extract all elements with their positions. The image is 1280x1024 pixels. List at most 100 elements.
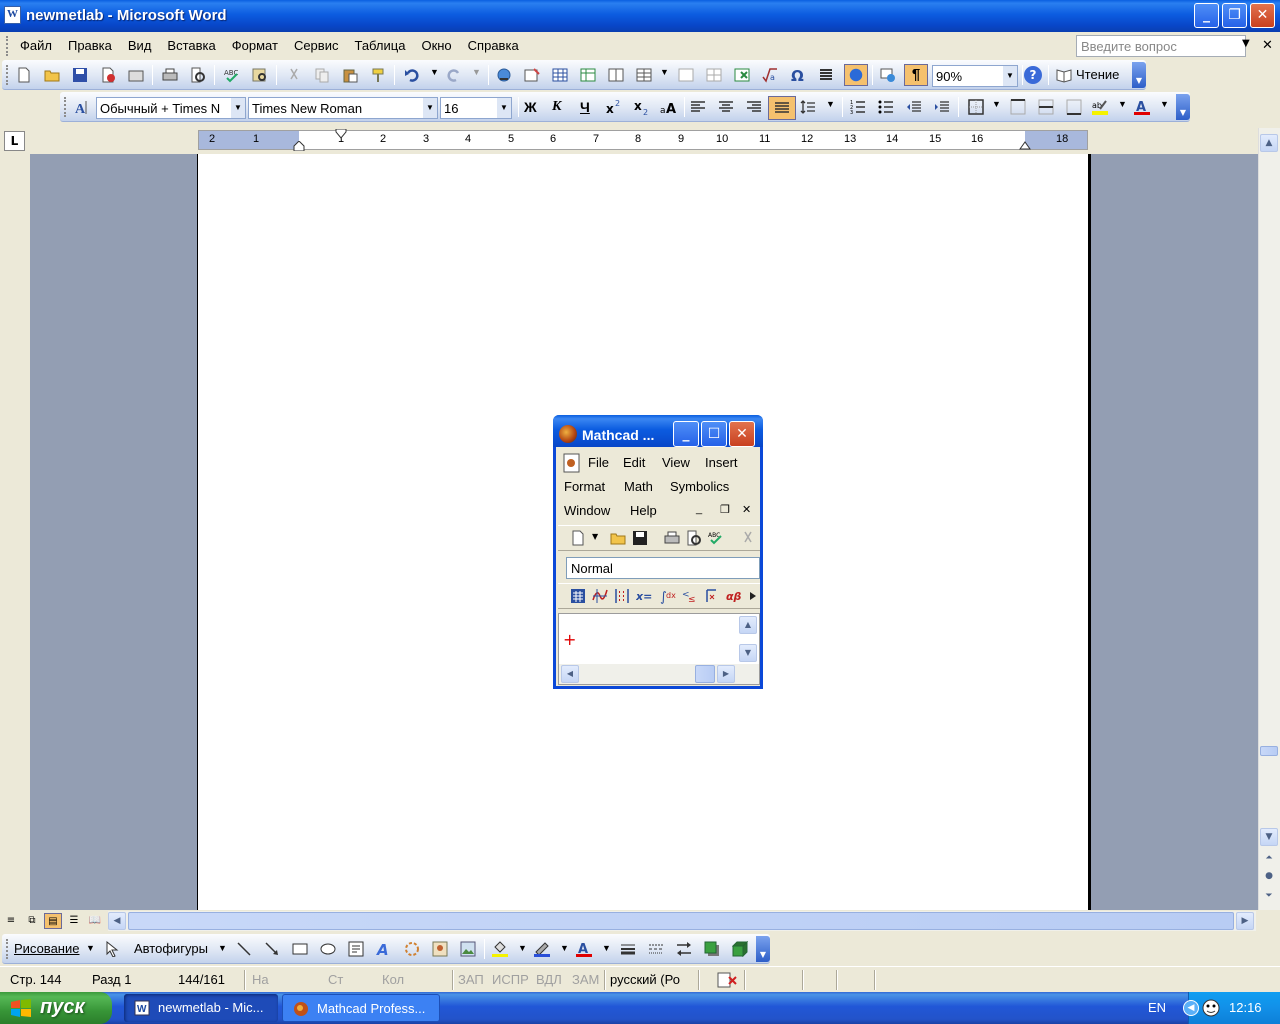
reading-button[interactable]: Чтение <box>1076 67 1119 82</box>
print-icon[interactable] <box>162 67 178 83</box>
greek-icon[interactable]: αβ <box>726 588 744 604</box>
zoom-select[interactable]: 90% ▼ <box>932 65 1018 87</box>
status-track-changes[interactable]: ИСПР <box>492 972 529 987</box>
bullets-icon[interactable] <box>878 99 894 115</box>
mathcad-doc-close-icon[interactable]: ✕ <box>742 503 751 516</box>
menu-help[interactable]: Справка <box>460 38 527 53</box>
spelling-status-icon[interactable] <box>716 971 738 989</box>
word-app-icon[interactable] <box>4 6 21 24</box>
permission-icon[interactable] <box>100 67 116 83</box>
scroll-right-icon[interactable]: ▶ <box>1236 912 1254 930</box>
arrow-icon[interactable] <box>264 941 280 957</box>
insert-cells-icon[interactable] <box>706 67 722 83</box>
first-line-indent-icon[interactable] <box>335 129 347 139</box>
fill-color-icon[interactable] <box>492 941 508 957</box>
mathcad-print-preview-icon[interactable] <box>686 530 702 546</box>
mathcad-new-dropdown-icon[interactable]: ▼ <box>592 532 598 541</box>
mathcad-open-icon[interactable] <box>610 530 626 546</box>
superscript-icon[interactable]: x2 <box>606 99 622 115</box>
zoom-dropdown-icon[interactable]: ▼ <box>1003 66 1017 86</box>
border-top-icon[interactable] <box>1010 99 1026 115</box>
mathcad-doc-icon[interactable] <box>563 453 581 473</box>
boolean-icon[interactable]: <≤ <box>682 588 698 604</box>
document-close-icon[interactable]: ✕ <box>1262 38 1273 53</box>
font-size-select[interactable]: 16 ▼ <box>440 97 512 119</box>
new-document-icon[interactable] <box>16 67 32 83</box>
reading-view-icon[interactable]: 📖 <box>86 913 104 929</box>
close-button[interactable]: ✕ <box>1250 3 1275 28</box>
toolbar-options-icon[interactable]: ▼ <box>1176 94 1190 120</box>
menu-tools[interactable]: Сервис <box>286 38 347 53</box>
mathcad-print-icon[interactable] <box>664 530 680 546</box>
shadow-style-icon[interactable] <box>704 941 720 957</box>
autoshapes-dropdown-icon[interactable]: ▼ <box>218 943 227 953</box>
mathcad-close-button[interactable]: ✕ <box>729 421 755 447</box>
research-icon[interactable] <box>252 67 268 83</box>
decrease-indent-icon[interactable] <box>906 99 922 115</box>
graph-icon[interactable] <box>592 588 608 604</box>
language-indicator[interactable]: EN <box>1148 1000 1166 1015</box>
insert-rows-icon[interactable] <box>678 67 694 83</box>
toolbar-options-icon[interactable]: ▼ <box>1132 62 1146 88</box>
highlight-dropdown-icon[interactable]: ▼ <box>1118 99 1127 109</box>
menu-format[interactable]: Формат <box>224 38 286 53</box>
vertical-scrollbar[interactable]: ▲ ▼ ⏶ ● ⏷ <box>1258 128 1280 910</box>
tray-app-icon[interactable] <box>1201 998 1221 1018</box>
taskbar-item-mathcad[interactable]: Mathcad Profess... <box>282 994 440 1022</box>
menu-view[interactable]: Вид <box>120 38 160 53</box>
redo-dropdown-icon[interactable]: ▼ <box>472 67 481 77</box>
3d-style-icon[interactable] <box>732 941 748 957</box>
symbolic-icon[interactable] <box>748 588 758 604</box>
table-grid-icon[interactable] <box>636 67 652 83</box>
styles-formatting-icon[interactable]: A <box>74 99 90 115</box>
show-hide-pane-icon[interactable] <box>880 67 896 83</box>
font-color-icon[interactable]: A <box>1134 99 1150 115</box>
menu-file[interactable]: Файл <box>18 38 60 53</box>
mathcad-menu-window[interactable]: Window <box>564 503 610 518</box>
status-record[interactable]: ЗАП <box>458 972 484 987</box>
scroll-left-icon[interactable]: ◀ <box>108 912 126 930</box>
bold-button[interactable]: Ж <box>524 99 537 115</box>
insert-picture-icon[interactable] <box>460 941 476 957</box>
clip-art-icon[interactable] <box>432 941 448 957</box>
minimize-button[interactable]: _ <box>1194 3 1219 28</box>
mathcad-scroll-down-icon[interactable]: ▼ <box>739 644 757 662</box>
paste-icon[interactable] <box>342 67 358 83</box>
menu-table[interactable]: Таблица <box>346 38 413 53</box>
mathcad-save-icon[interactable] <box>632 530 648 546</box>
right-indent-marker-icon[interactable] <box>1019 141 1031 151</box>
calculus-icon[interactable]: ∫ dx <box>660 588 676 604</box>
mathcad-spell-icon[interactable]: ABC <box>708 530 724 546</box>
numbering-icon[interactable]: 123 <box>850 99 866 115</box>
scroll-up-icon[interactable]: ▲ <box>1260 134 1278 152</box>
italic-button[interactable]: К <box>552 99 562 115</box>
horizontal-scrollbar[interactable]: ◀ ▶ <box>108 911 1256 931</box>
start-button[interactable]: пуск <box>0 992 112 1024</box>
ask-question-input[interactable]: Введите вопрос <box>1076 35 1246 57</box>
mathcad-doc-restore-icon[interactable]: ❐ <box>720 503 730 516</box>
mathcad-menu-help[interactable]: Help <box>630 503 657 518</box>
show-hidden-icons-icon[interactable]: ◀ <box>1183 1000 1199 1016</box>
clock[interactable]: 12:16 <box>1229 1000 1262 1015</box>
tab-selector-button[interactable]: L <box>4 131 25 151</box>
normal-view-icon[interactable]: ≡ <box>2 913 20 929</box>
left-indent-marker-icon[interactable] <box>293 141 305 151</box>
open-folder-icon[interactable] <box>44 67 60 83</box>
drawing-dropdown-icon[interactable]: ▼ <box>86 943 95 953</box>
mathcad-menu-symbolics[interactable]: Symbolics <box>670 479 729 494</box>
programming-icon[interactable] <box>704 588 720 604</box>
email-icon[interactable] <box>128 67 144 83</box>
reading-book-icon[interactable] <box>1056 67 1072 83</box>
matrix-icon[interactable] <box>614 588 630 604</box>
select-browse-object-icon[interactable]: ● <box>1260 868 1278 886</box>
taskbar-item-word[interactable]: W newmetlab - Mic... <box>124 994 278 1022</box>
font-dropdown-icon[interactable]: ▼ <box>423 98 437 118</box>
table-dropdown-icon[interactable]: ▼ <box>660 67 669 77</box>
status-language[interactable]: русский (Ро <box>610 972 680 987</box>
mathcad-new-icon[interactable] <box>570 530 586 546</box>
next-page-icon[interactable]: ⏷ <box>1260 888 1278 906</box>
subscript-icon[interactable]: x2 <box>634 99 650 115</box>
mathcad-title-bar[interactable]: Mathcad ... _ ☐ ✕ <box>553 415 763 447</box>
mathcad-scroll-thumb[interactable] <box>695 665 715 683</box>
text-box-icon[interactable] <box>348 941 364 957</box>
